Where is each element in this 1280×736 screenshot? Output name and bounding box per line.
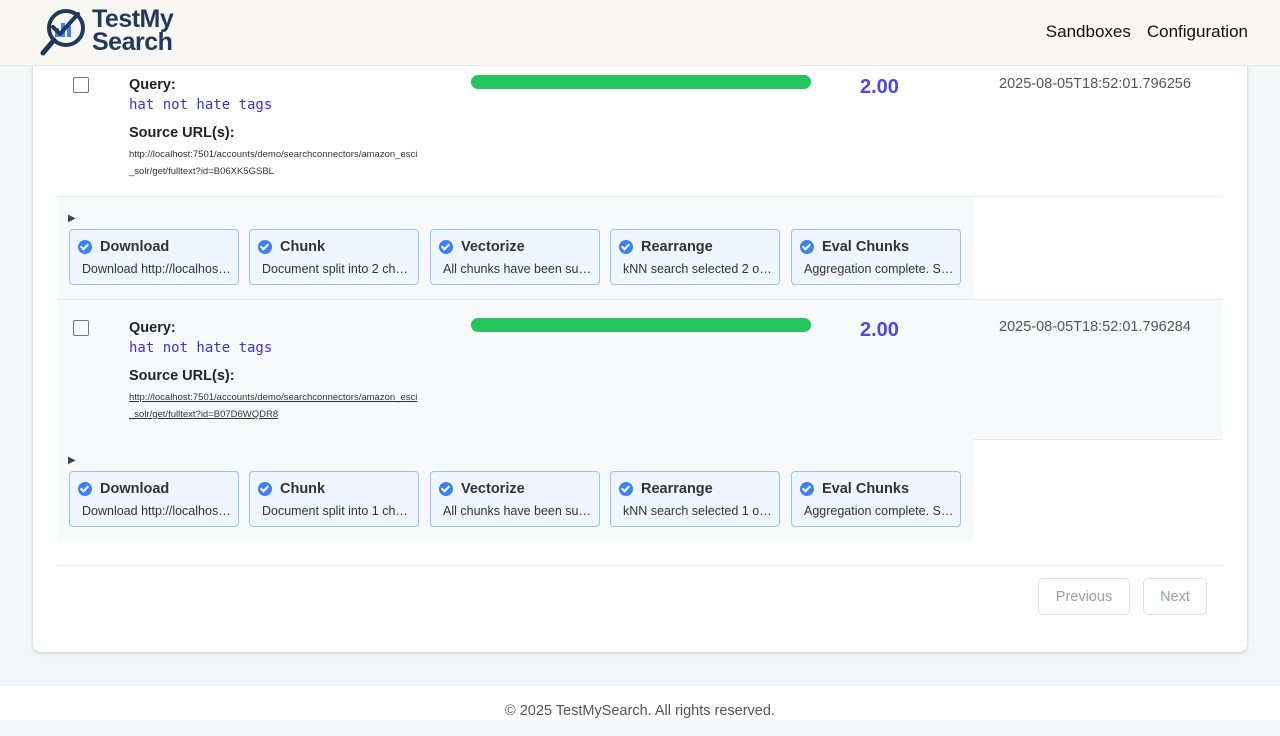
step-chunk[interactable]: Chunk Document split into 2 chunks bbox=[249, 229, 419, 285]
step-title: Rearrange bbox=[641, 481, 713, 497]
progress-bar bbox=[471, 75, 811, 89]
query-label: Query: bbox=[129, 77, 176, 93]
result-row: Query: hat not hate tags Source URL(s): … bbox=[57, 299, 1223, 440]
step-vectorize[interactable]: Vectorize All chunks have been successfu… bbox=[430, 229, 600, 285]
timestamp: 2025-08-05T18:52:01.796256 bbox=[999, 76, 1191, 92]
check-circle-icon bbox=[439, 240, 453, 254]
row-select-checkbox[interactable] bbox=[73, 320, 89, 336]
check-circle-icon bbox=[800, 240, 814, 254]
step-download[interactable]: Download Download http://localhost:7501/… bbox=[69, 471, 239, 527]
brand-line-2: Search bbox=[92, 28, 173, 56]
step-description: Download http://localhost:7501/accounts/… bbox=[82, 262, 232, 276]
step-title: Chunk bbox=[280, 481, 326, 497]
check-circle-icon bbox=[78, 482, 92, 496]
query-text: hat not hate tags bbox=[129, 97, 273, 113]
pagination-divider bbox=[57, 565, 1223, 566]
source-url-link[interactable]: http://localhost:7501/accounts/demo/sear… bbox=[129, 389, 421, 423]
step-description: Download http://localhost:7501/accounts/… bbox=[82, 504, 232, 518]
step-description: kNN search selected 2 out of 2 chunks bbox=[623, 262, 773, 276]
step-description: Document split into 1 chunk bbox=[262, 504, 412, 518]
step-download[interactable]: Download Download http://localhost:7501/… bbox=[69, 229, 239, 285]
source-url: http://localhost:7501/accounts/demo/sear… bbox=[129, 149, 418, 177]
step-rearrange[interactable]: Rearrange kNN search selected 1 out of 1… bbox=[610, 471, 780, 527]
source-url-label: Source URL(s): bbox=[129, 125, 235, 141]
magnifier-check-icon bbox=[40, 9, 85, 56]
check-circle-icon bbox=[78, 240, 92, 254]
step-title: Download bbox=[100, 481, 170, 497]
step-description: kNN search selected 1 out of 1 chunks bbox=[623, 504, 773, 518]
query-text: hat not hate tags bbox=[129, 340, 273, 356]
site-footer: © 2025 TestMySearch. All rights reserved… bbox=[0, 686, 1280, 720]
check-circle-icon bbox=[439, 482, 453, 496]
brand-name: TestMy Search bbox=[92, 7, 174, 56]
check-circle-icon bbox=[258, 240, 272, 254]
step-eval-chunks[interactable]: Eval Chunks Aggregation complete. Score:… bbox=[791, 229, 961, 285]
progress-bar bbox=[471, 318, 811, 332]
step-title: Download bbox=[100, 239, 170, 255]
expand-toggle-icon[interactable]: ▶ bbox=[68, 455, 76, 466]
check-circle-icon bbox=[258, 482, 272, 496]
check-circle-icon bbox=[619, 482, 633, 496]
step-title: Chunk bbox=[280, 239, 326, 255]
nav-sandboxes[interactable]: Sandboxes bbox=[1046, 22, 1131, 42]
score-value: 2.00 bbox=[860, 76, 899, 98]
step-description: Document split into 2 chunks bbox=[262, 262, 412, 276]
check-circle-icon bbox=[619, 240, 633, 254]
step-title: Rearrange bbox=[641, 239, 713, 255]
step-title: Vectorize bbox=[461, 239, 525, 255]
steps-panel: ▶ Download Download http://localhost:750… bbox=[57, 439, 974, 541]
top-nav: Sandboxes Configuration bbox=[1046, 22, 1248, 42]
site-header: TestMy Search Sandboxes Configuration bbox=[0, 0, 1280, 66]
steps-panel: ▶ Download Download http://localhost:750… bbox=[57, 197, 974, 299]
check-circle-icon bbox=[800, 482, 814, 496]
row-select-checkbox[interactable] bbox=[73, 77, 89, 93]
timestamp: 2025-08-05T18:52:01.796284 bbox=[999, 319, 1191, 335]
step-title: Vectorize bbox=[461, 481, 525, 497]
step-title: Eval Chunks bbox=[822, 239, 910, 255]
expand-toggle-icon[interactable]: ▶ bbox=[68, 213, 76, 224]
source-url-label: Source URL(s): bbox=[129, 368, 235, 384]
step-chunk[interactable]: Chunk Document split into 1 chunk bbox=[249, 471, 419, 527]
step-eval-chunks[interactable]: Eval Chunks Aggregation complete. Score:… bbox=[791, 471, 961, 527]
step-title: Eval Chunks bbox=[822, 481, 910, 497]
brand-logo[interactable]: TestMy Search bbox=[40, 6, 175, 58]
next-button[interactable]: Next bbox=[1143, 578, 1207, 615]
results-card: Query: hat not hate tags Source URL(s): … bbox=[33, 40, 1247, 652]
query-label: Query: bbox=[129, 320, 176, 336]
step-rearrange[interactable]: Rearrange kNN search selected 2 out of 2… bbox=[610, 229, 780, 285]
nav-configuration[interactable]: Configuration bbox=[1147, 22, 1248, 42]
step-vectorize[interactable]: Vectorize All chunks have been successfu… bbox=[430, 471, 600, 527]
previous-button[interactable]: Previous bbox=[1038, 578, 1130, 615]
step-description: Aggregation complete. Score: 2.00 bbox=[804, 262, 954, 276]
step-description: All chunks have been successfully vector… bbox=[443, 262, 593, 276]
score-value: 2.00 bbox=[860, 319, 899, 341]
step-description: Aggregation complete. Score: 2.00 bbox=[804, 504, 954, 518]
step-description: All chunks have been successfully vector… bbox=[443, 504, 593, 518]
copyright-text: © 2025 TestMySearch. All rights reserved… bbox=[505, 703, 775, 719]
